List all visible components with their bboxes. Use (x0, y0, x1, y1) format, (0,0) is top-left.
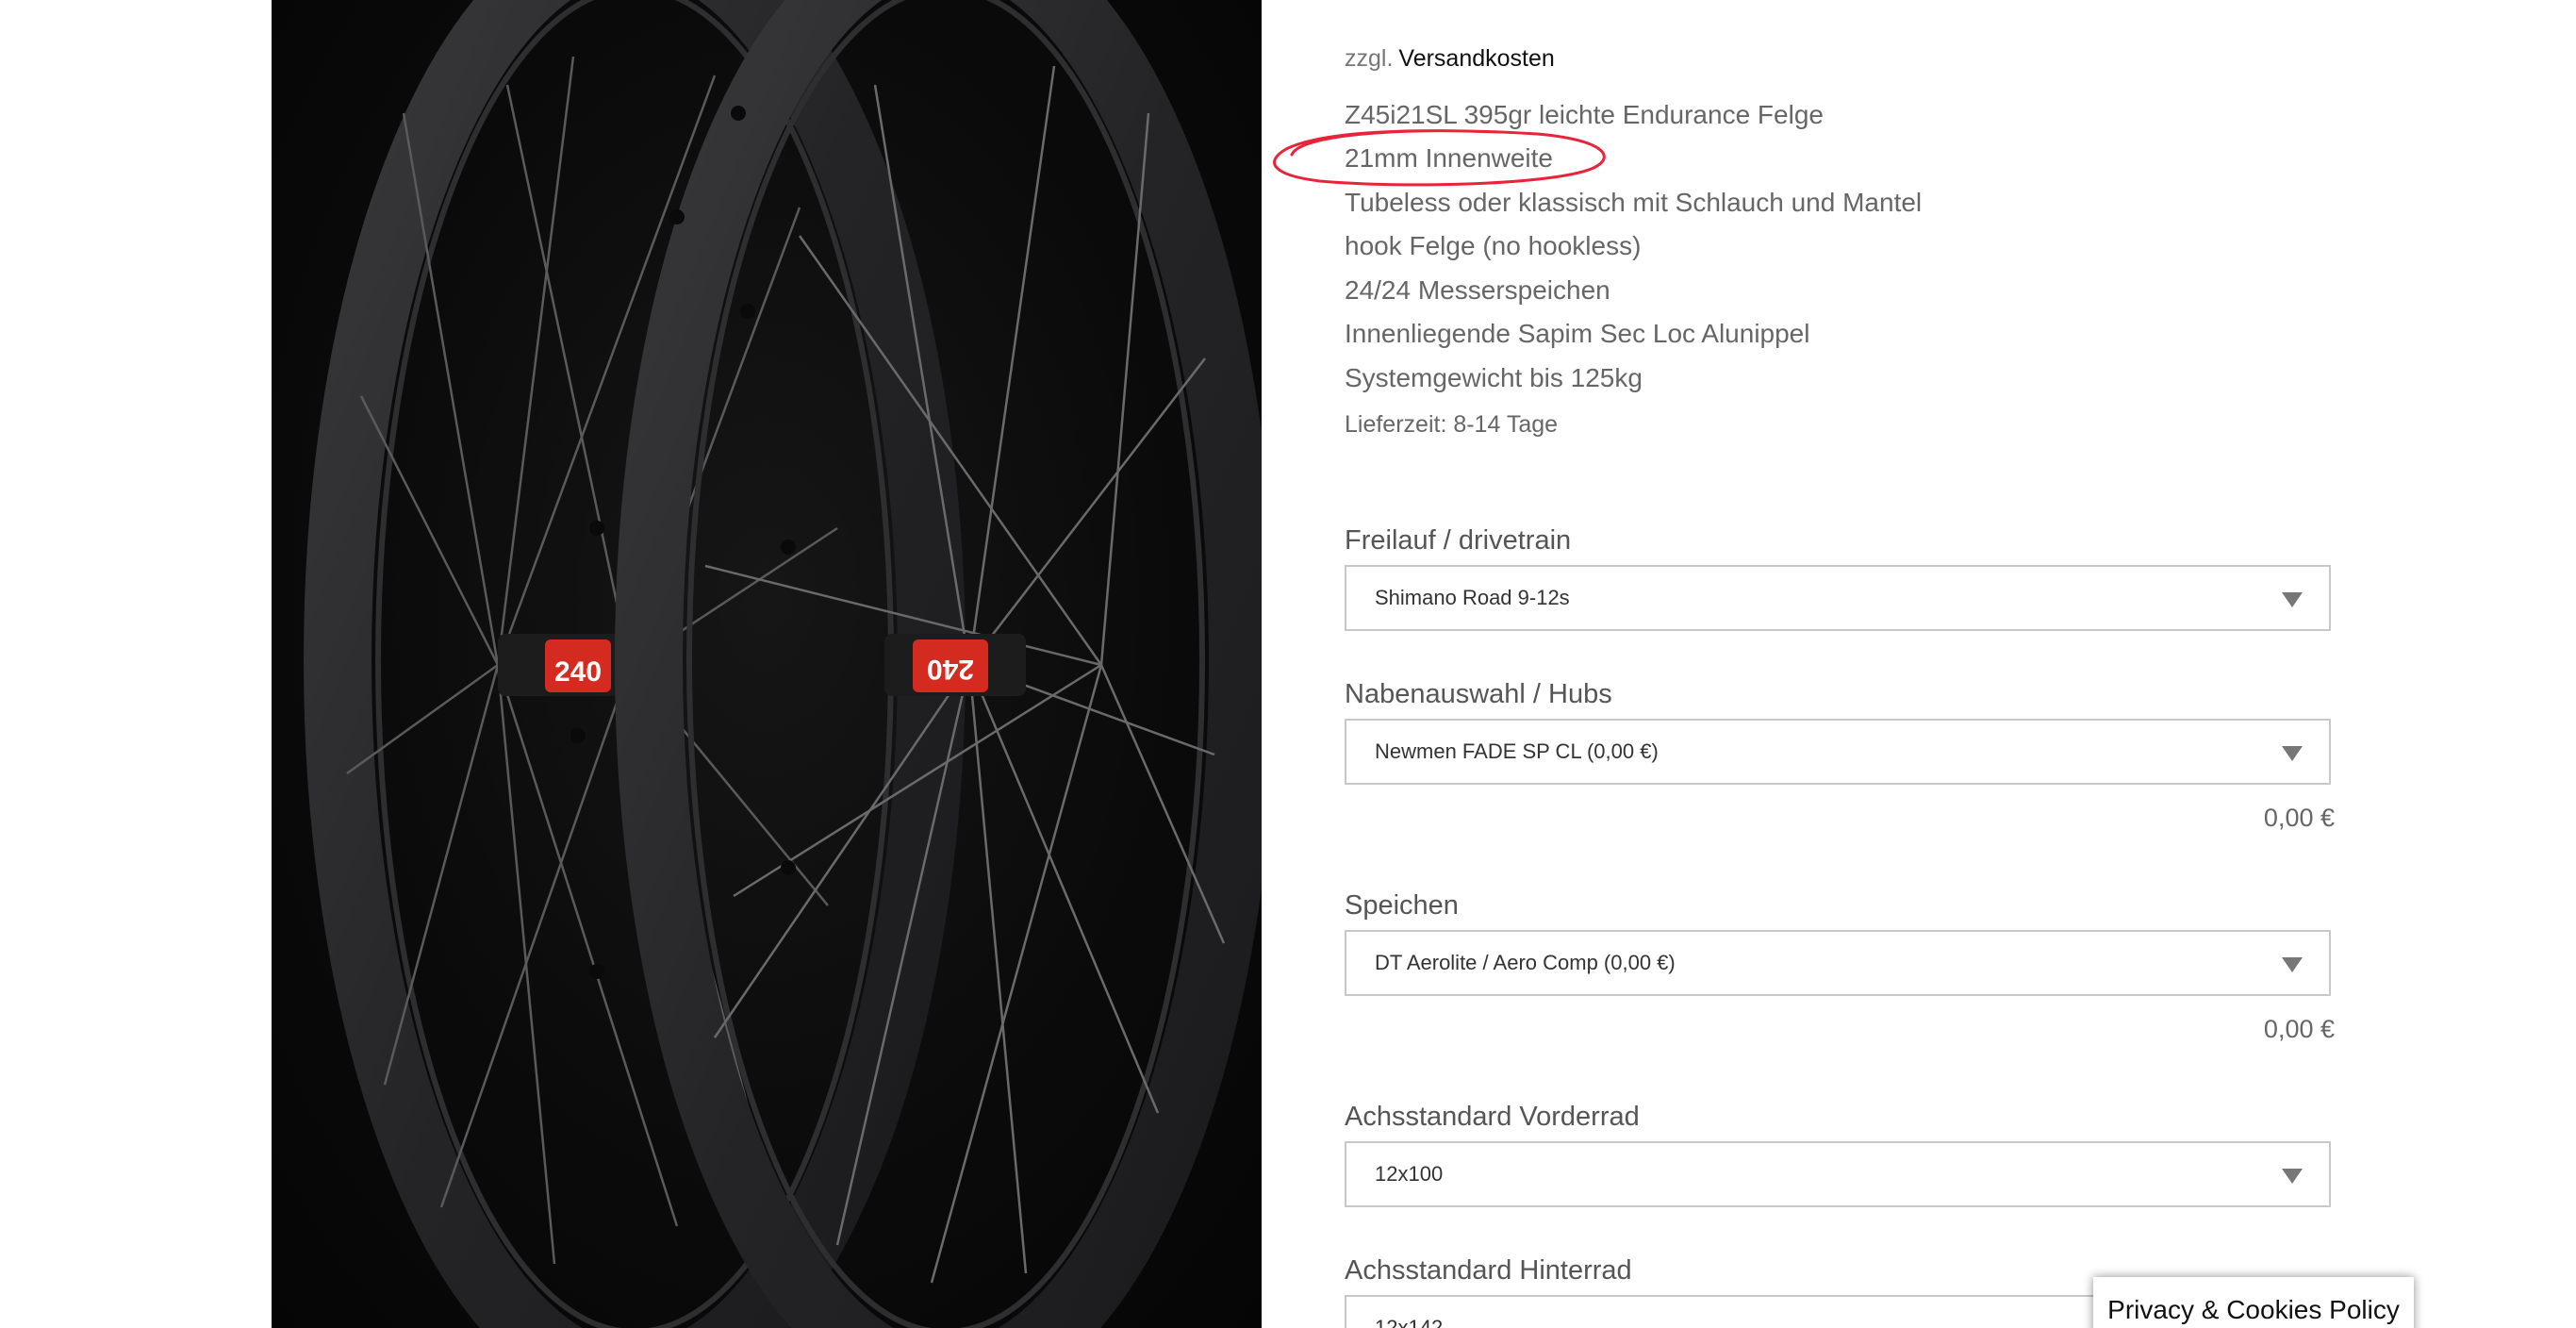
spokes-selected-value: DT Aerolite / Aero Comp (0,00 €) (1375, 951, 1676, 974)
hubs-selected-value: Newmen FADE SP CL (0,00 €) (1375, 739, 1659, 763)
spokes-price: 0,00 € (2263, 1015, 2335, 1043)
front-wheel: 240 (615, 0, 1262, 1328)
privacy-cookies-policy-button[interactable]: Privacy & Cookies Policy (2093, 1277, 2414, 1328)
rear-axle-selected-value: 12x142 (1375, 1316, 1444, 1328)
drivetrain-selected-value: Shimano Road 9-12s (1375, 586, 1570, 609)
rear-axle-label: Achsstandard Hinterrad (1345, 1255, 1632, 1286)
hubs-select[interactable]: Newmen FADE SP CL (0,00 €) (1345, 719, 2331, 785)
description-line: 24/24 Messerspeichen (1345, 275, 1610, 305)
hubs-label: Nabenauswahl / Hubs (1345, 679, 1612, 709)
description-line: hook Felge (no hookless) (1345, 231, 1642, 260)
description-line: Z45i21SL 395gr leichte Endurance Felge (1345, 100, 1824, 129)
description-line: Tubeless oder klassisch mit Schlauch und… (1345, 188, 1923, 217)
chevron-down-icon (2282, 957, 2303, 972)
front-axle-select[interactable]: 12x100 (1345, 1141, 2331, 1207)
drivetrain-select[interactable]: Shimano Road 9-12s (1345, 565, 2331, 631)
product-page: 240 240 zzgl. Versandkosten Z45i21SL 395… (0, 0, 2576, 1328)
description-line: Systemgewicht bis 125kg (1345, 363, 1643, 392)
front-hub-label: 240 (927, 654, 974, 685)
delivery-time: Lieferzeit: 8-14 Tage (1345, 411, 1559, 438)
wheelset-illustration: 240 240 (304, 0, 1262, 1328)
front-axle-label: Achsstandard Vorderrad (1345, 1102, 1640, 1132)
product-info: zzgl. Versandkosten Z45i21SL 395gr leicht… (1345, 0, 2335, 1328)
description-line: Innenliegende Sapim Sec Loc Alunippel (1345, 319, 1810, 348)
drivetrain-label: Freilauf / drivetrain (1345, 525, 1572, 556)
shipping-prefix: zzgl. (1345, 45, 1394, 72)
product-image-wheelset[interactable]: 240 240 (272, 0, 1262, 1328)
shipping-costs-link[interactable]: Versandkosten (1398, 45, 1554, 72)
shipping-note: zzgl. Versandkosten (1345, 45, 1555, 73)
spokes-select[interactable]: DT Aerolite / Aero Comp (0,00 €) (1345, 930, 2331, 996)
chevron-down-icon (2282, 1169, 2303, 1184)
front-axle-selected-value: 12x100 (1375, 1162, 1444, 1186)
spokes-label: Speichen (1345, 890, 1459, 921)
hubs-price: 0,00 € (2263, 804, 2335, 832)
description-line-inner-width: 21mm Innenweite (1345, 143, 1554, 173)
chevron-down-icon (2282, 592, 2303, 607)
rear-hub-label: 240 (554, 656, 602, 688)
chevron-down-icon (2282, 746, 2303, 761)
